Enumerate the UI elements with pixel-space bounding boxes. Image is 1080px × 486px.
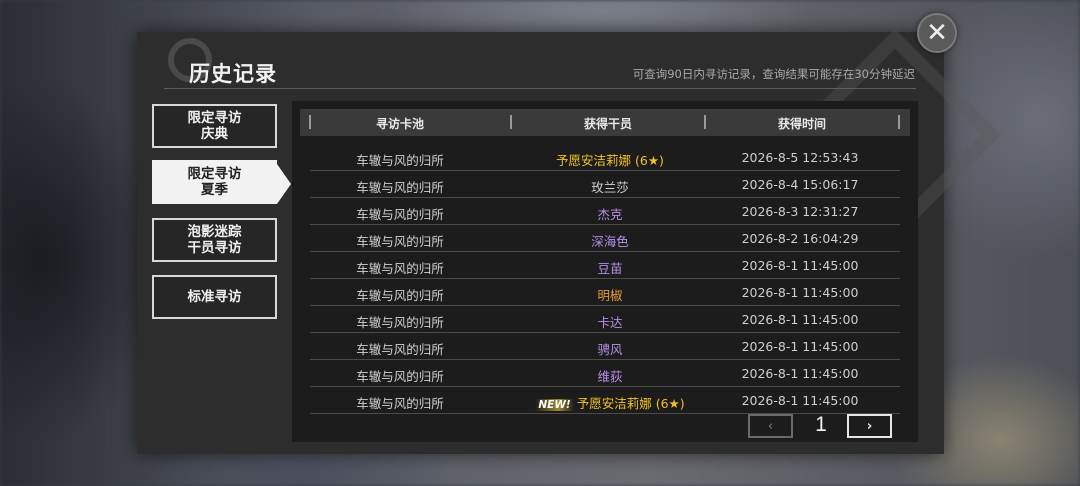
tab-label-line2: 夏季: [201, 182, 228, 198]
column-time: 获得时间: [777, 117, 826, 131]
cell-pool: 车辙与风的归所: [356, 396, 444, 411]
tab-label-line1: 限定寻访: [187, 166, 242, 182]
column-pool: 寻访卡池: [375, 117, 424, 131]
header-separator: [898, 115, 900, 129]
cell-time: 2026-8-3 12:31:27: [741, 204, 859, 219]
table-row: 车辙与风的归所 豆苗 2026-8-1 11:45:00: [310, 252, 900, 279]
table-row: 车辙与风的归所 卡达 2026-8-1 11:45:00: [310, 306, 900, 333]
cell-operator: 明椒: [510, 285, 710, 304]
cell-operator: NEW! 予愿安洁莉娜 (6★): [510, 393, 710, 412]
table-row: 车辙与风的归所 玫兰莎 2026-8-4 15:06:17: [310, 171, 900, 198]
cell-time: 2026-8-1 11:45:00: [741, 258, 859, 273]
cell-pool: 车辙与风的归所: [356, 288, 444, 303]
page-title: 历史记录: [189, 62, 277, 86]
tab-label-line1: 限定寻访: [187, 110, 242, 126]
operator-name: 予愿安洁莉娜 (6★): [576, 396, 685, 411]
chevron-right-icon: ›: [866, 418, 873, 434]
cell-time: 2026-8-1 11:45:00: [741, 366, 859, 381]
cell-time: 2026-8-1 11:45:00: [741, 393, 859, 408]
new-badge: NEW!: [535, 399, 574, 411]
title-divider: [164, 88, 916, 89]
cell-pool: 车辙与风的归所: [356, 261, 444, 276]
close-button[interactable]: ✕: [917, 13, 957, 53]
tab-limited-summer[interactable]: 限定寻访 夏季: [152, 160, 291, 204]
page-number: 1: [815, 413, 827, 436]
operator-name: 豆苗: [597, 261, 623, 276]
table-row: 车辙与风的归所 杰克 2026-8-3 12:31:27: [310, 198, 900, 225]
cell-time: 2026-8-1 11:45:00: [741, 285, 859, 300]
table-row: 车辙与风的归所 NEW! 予愿安洁莉娜 (6★) 2026-8-1 11:45:00: [310, 387, 900, 414]
table-row: 车辙与风的归所 予愿安洁莉娜 (6★) 2026-8-5 12:53:43: [310, 144, 900, 171]
tab-standard[interactable]: 标准寻访: [152, 275, 277, 319]
operator-name: 卡达: [597, 315, 623, 330]
cell-operator: 豆苗: [510, 258, 710, 277]
cell-pool: 车辙与风的归所: [356, 369, 444, 384]
cell-operator: 深海色: [510, 231, 710, 250]
operator-name: 骋风: [597, 342, 623, 357]
tab-label-line2: 庆典: [201, 126, 228, 142]
operator-name: 杰克: [597, 207, 623, 222]
prev-page-button[interactable]: ‹: [748, 414, 793, 438]
tab-label-line2: 干员寻访: [187, 240, 242, 256]
cell-pool: 车辙与风的归所: [356, 180, 444, 195]
cell-operator: 玫兰莎: [510, 177, 710, 196]
cell-pool: 车辙与风的归所: [356, 234, 444, 249]
operator-name: 明椒: [597, 288, 623, 303]
column-operator: 获得干员: [583, 117, 632, 131]
tab-phantom-operator[interactable]: 泡影迷踪 干员寻访: [152, 218, 277, 262]
cell-pool: 车辙与风的归所: [356, 153, 444, 168]
operator-name: 深海色: [591, 234, 629, 249]
table-row: 车辙与风的归所 明椒 2026-8-1 11:45:00: [310, 279, 900, 306]
tab-limited-celebration[interactable]: 限定寻访 庆典: [152, 104, 277, 148]
tab-label-line1: 标准寻访: [187, 289, 242, 305]
table-row: 车辙与风的归所 骋风 2026-8-1 11:45:00: [310, 333, 900, 360]
cell-time: 2026-8-2 16:04:29: [741, 231, 859, 246]
operator-name: 玫兰莎: [591, 180, 629, 195]
next-page-button[interactable]: ›: [847, 414, 892, 438]
close-icon: ✕: [926, 18, 948, 48]
cell-operator: 骋风: [510, 339, 710, 358]
cell-time: 2026-8-5 12:53:43: [741, 150, 859, 165]
cell-operator: 杰克: [510, 204, 710, 223]
cell-time: 2026-8-4 15:06:17: [741, 177, 859, 192]
table-row: 车辙与风的归所 深海色 2026-8-2 16:04:29: [310, 225, 900, 252]
cell-pool: 车辙与风的归所: [356, 315, 444, 330]
cell-time: 2026-8-1 11:45:00: [741, 339, 859, 354]
cell-operator: 予愿安洁莉娜 (6★): [510, 150, 710, 169]
table-row: 车辙与风的归所 维荻 2026-8-1 11:45:00: [310, 360, 900, 387]
chevron-left-icon: ‹: [767, 418, 774, 434]
table-header: 寻访卡池 获得干员 获得时间: [300, 109, 910, 136]
query-note: 可查询90日内寻访记录，查询结果可能存在30分钟延迟: [632, 67, 915, 81]
cell-operator: 维荻: [510, 366, 710, 385]
cell-pool: 车辙与风的归所: [356, 207, 444, 222]
cell-pool: 车辙与风的归所: [356, 342, 444, 357]
operator-name: 予愿安洁莉娜 (6★): [556, 153, 664, 168]
cell-time: 2026-8-1 11:45:00: [741, 312, 859, 327]
tab-label-line1: 泡影迷踪: [187, 224, 242, 240]
operator-name: 维荻: [597, 369, 623, 384]
cell-operator: 卡达: [510, 312, 710, 331]
